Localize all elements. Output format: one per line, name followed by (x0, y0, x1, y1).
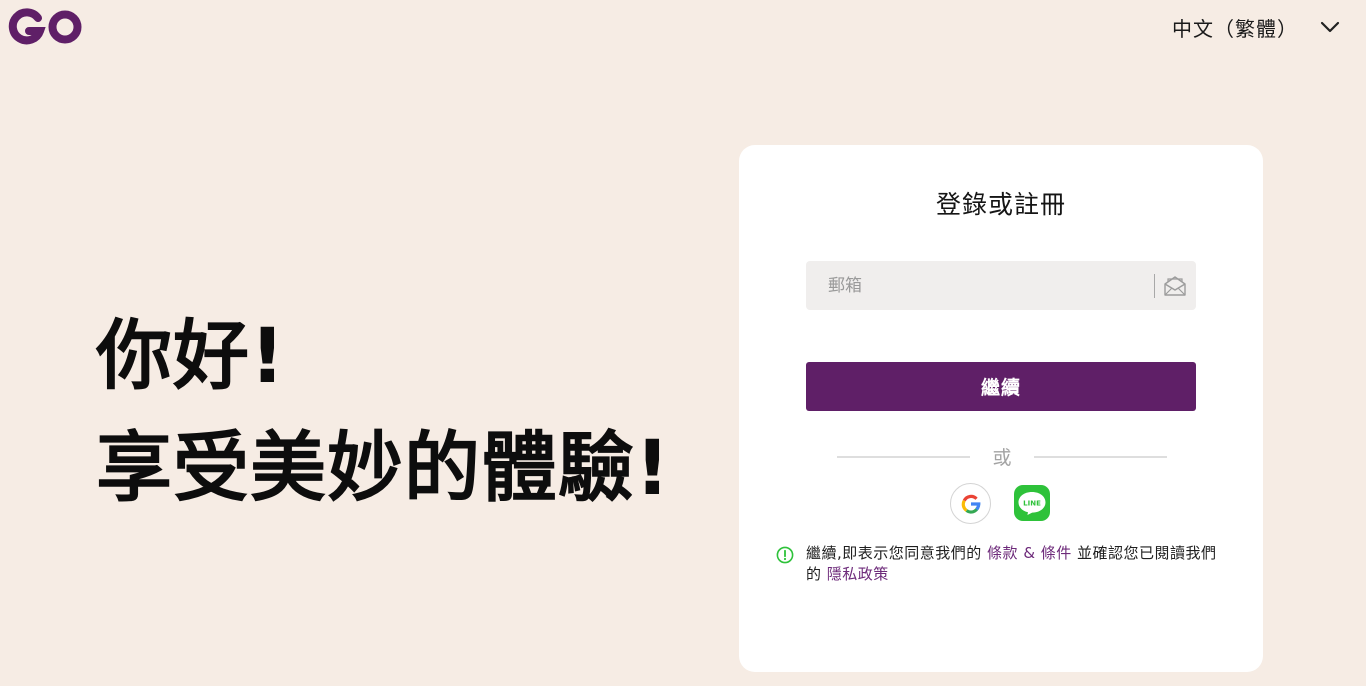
hero-line-1: 你好! (96, 311, 286, 400)
email-input[interactable] (806, 261, 1151, 310)
envelope-icon (1164, 276, 1186, 296)
or-divider: 或 (837, 443, 1167, 471)
google-login-button[interactable] (950, 483, 991, 524)
terms-link[interactable]: 條款 & 條件 (987, 544, 1072, 562)
go-logo[interactable] (8, 8, 84, 46)
continue-button[interactable]: 繼續 (806, 362, 1196, 411)
info-circle-icon (776, 546, 794, 564)
language-selector[interactable]: 中文（繁體） (1172, 12, 1340, 42)
privacy-link[interactable]: 隱私政策 (827, 565, 889, 583)
hero-line-2: 享受美妙的體驗! (96, 423, 671, 512)
svg-text:LINE: LINE (1023, 500, 1041, 508)
email-field-divider (1154, 274, 1155, 298)
login-page: 中文（繁體） 你好! 享受美妙的體驗! 登錄或註冊 繼續 或 (0, 0, 1366, 686)
google-icon (961, 494, 980, 514)
line-icon: LINE (1018, 492, 1046, 515)
hero-greeting: 你好! 享受美妙的體驗! (96, 300, 671, 524)
language-label: 中文（繁體） (1172, 16, 1298, 41)
terms-prefix: 繼續,即表示您同意我們的 (806, 544, 988, 562)
line-login-button[interactable]: LINE (1014, 485, 1050, 521)
terms-text: 繼續,即表示您同意我們的 條款 & 條件 並確認您已閱讀我們的 隱私政策 (806, 543, 1226, 585)
chevron-down-icon (1320, 21, 1340, 33)
login-title: 登錄或註冊 (935, 190, 1066, 219)
or-line-right (1034, 456, 1167, 458)
login-card: 登錄或註冊 繼續 或 (739, 145, 1263, 672)
email-field (806, 261, 1196, 310)
